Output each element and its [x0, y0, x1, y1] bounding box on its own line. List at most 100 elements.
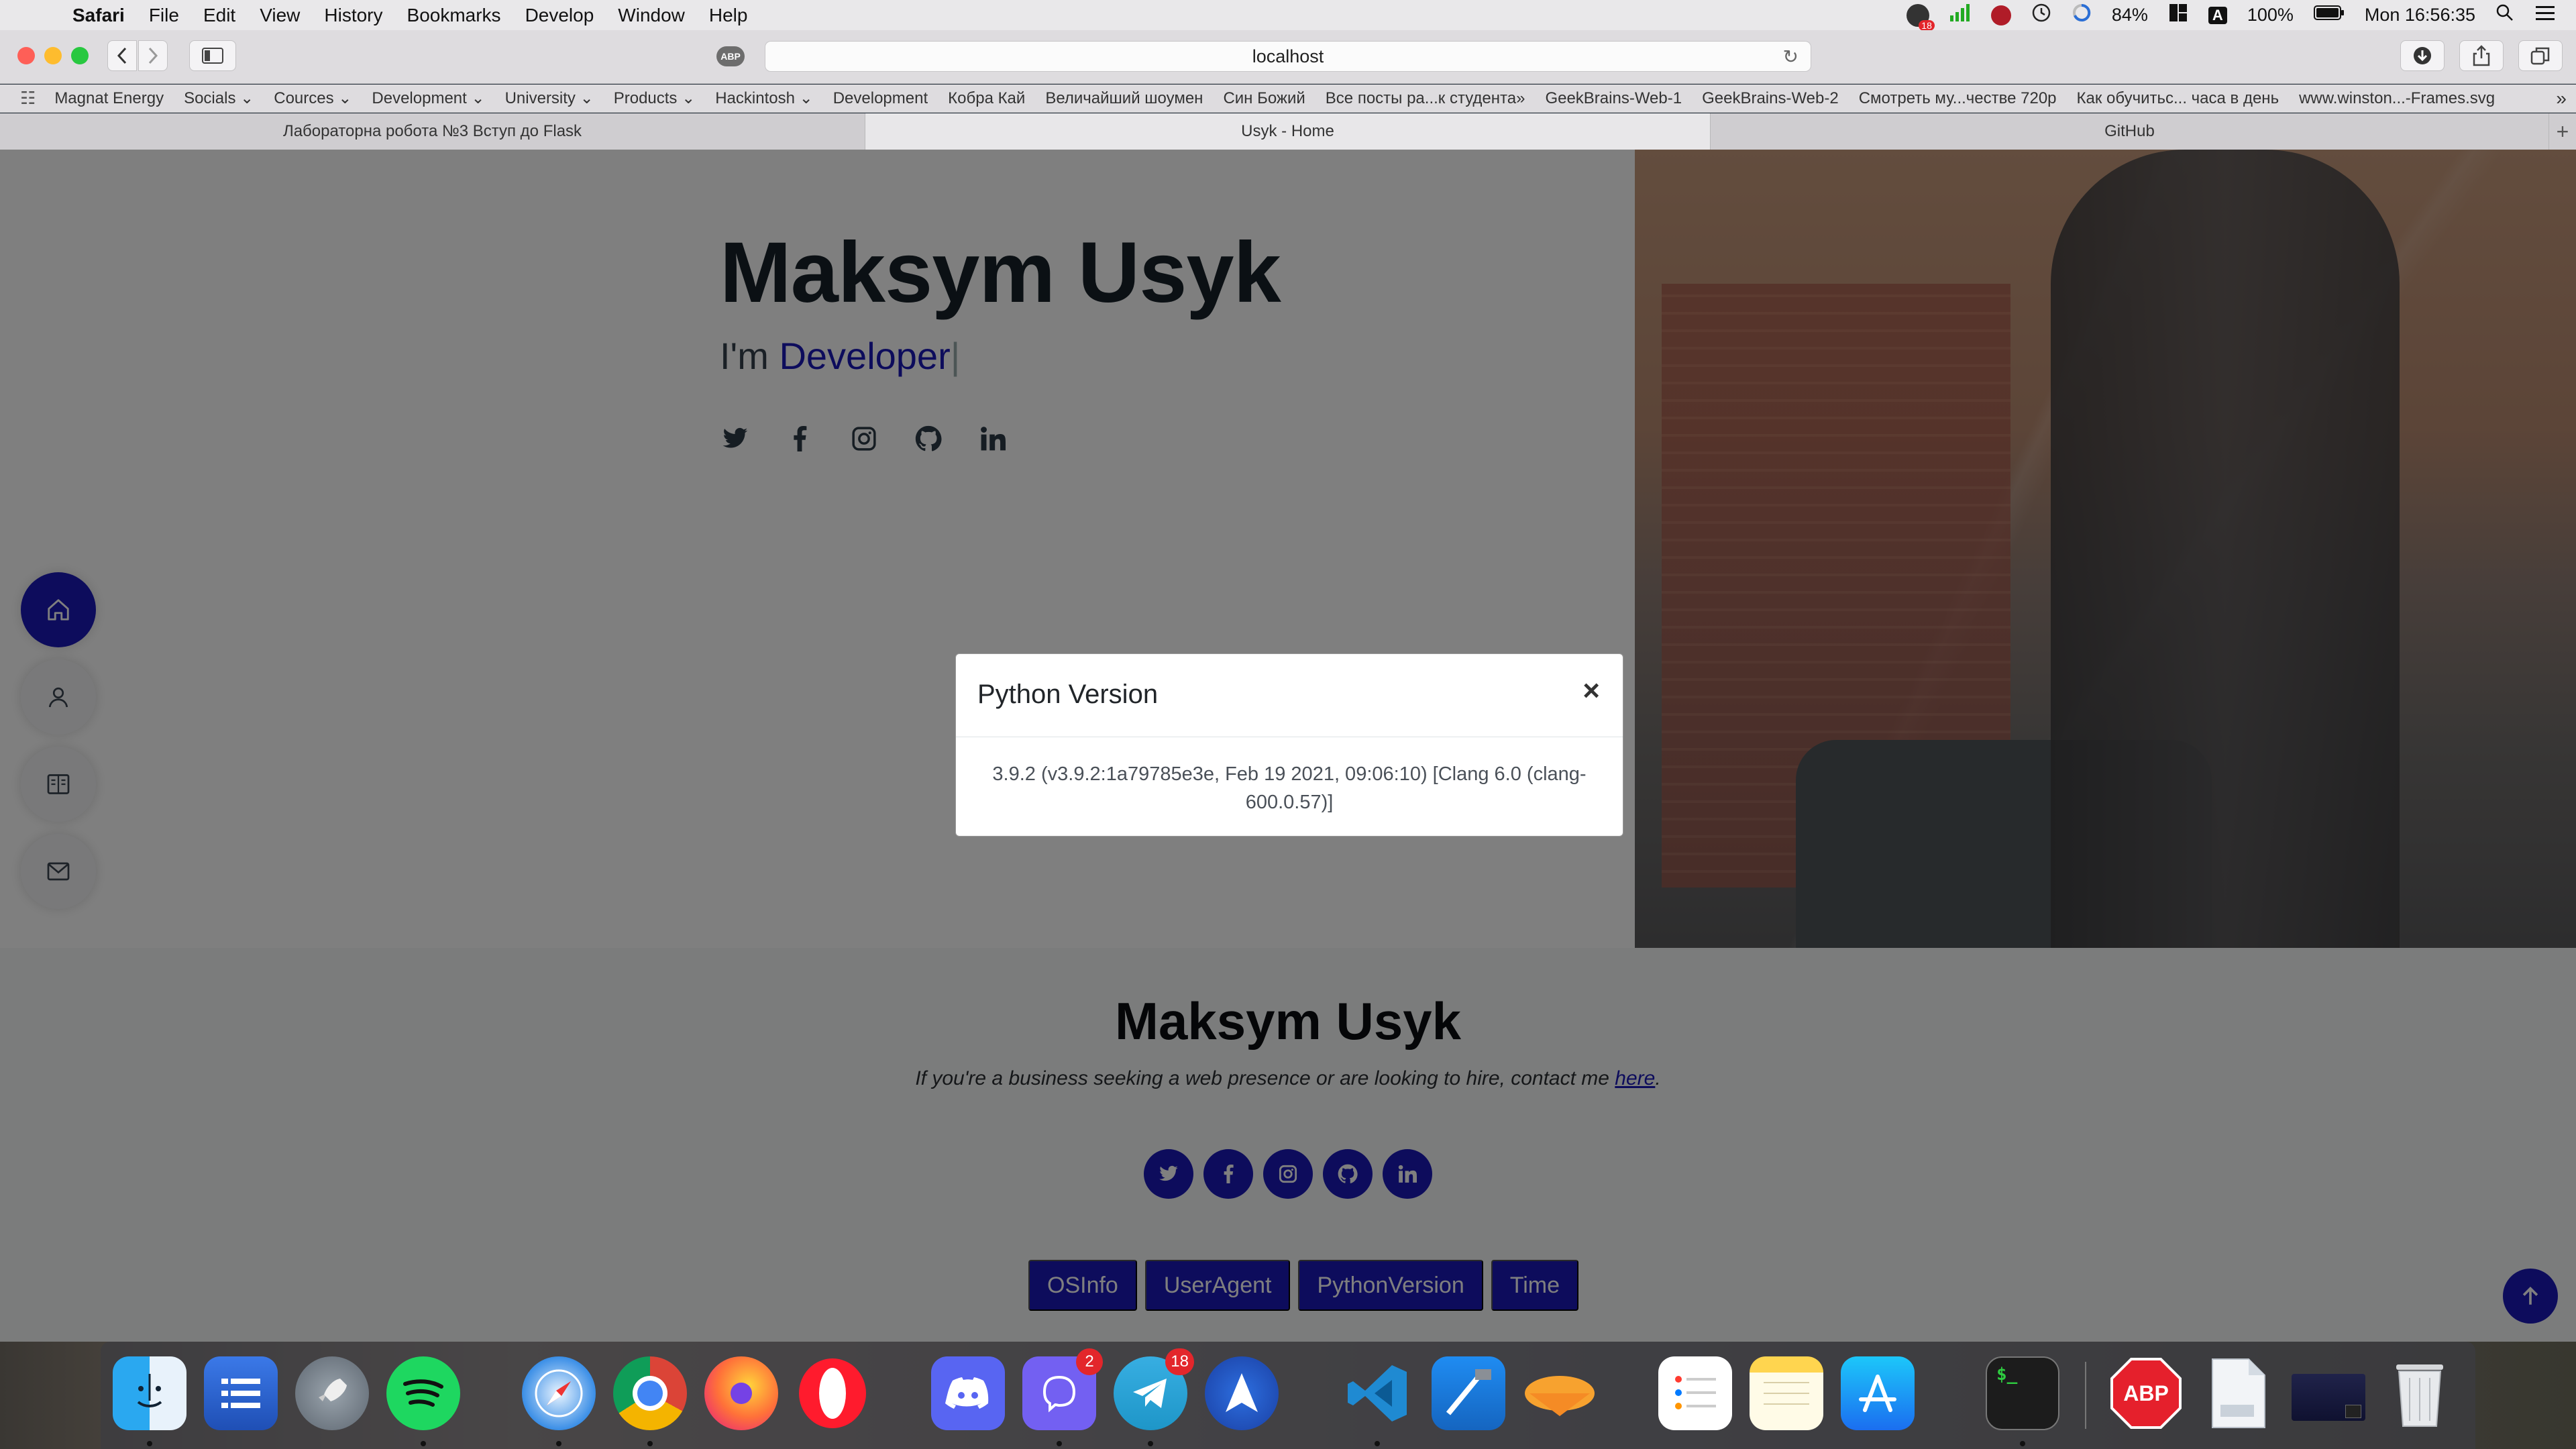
- viber-icon[interactable]: 2: [1022, 1348, 1103, 1430]
- sketch-icon[interactable]: [1523, 1356, 1597, 1430]
- favorite-item[interactable]: Как обучитьс... часа в день: [2077, 89, 2279, 108]
- more-favorites-icon[interactable]: »: [2556, 88, 2567, 109]
- spotify-icon[interactable]: [386, 1356, 460, 1430]
- chevron-right-icon: [148, 47, 158, 64]
- terminal-icon[interactable]: $_: [1986, 1356, 2059, 1430]
- status-app-icon[interactable]: 18: [1906, 3, 1935, 31]
- tab-label: Лабораторна робота №3 Вступ до Flask: [282, 122, 582, 140]
- input-source-icon[interactable]: A: [2208, 6, 2227, 24]
- menu-file[interactable]: File: [149, 5, 179, 26]
- menu-app-name[interactable]: Safari: [72, 5, 125, 26]
- back-button[interactable]: [107, 40, 137, 71]
- firefox-icon[interactable]: [704, 1356, 778, 1430]
- download-icon: [2414, 47, 2431, 64]
- tab-label: Usyk - Home: [1241, 122, 1334, 140]
- menu-history[interactable]: History: [324, 5, 382, 26]
- favorites-bar: ☷ Magnat Energy Socials ⌄ Cources ⌄ Deve…: [0, 85, 2576, 113]
- finder-running-indicator: [147, 1441, 152, 1446]
- terminal-running-indicator: [2020, 1441, 2025, 1446]
- menu-help[interactable]: Help: [709, 5, 748, 26]
- chrome-running-indicator: [647, 1441, 653, 1446]
- window-layout-icon[interactable]: [2168, 3, 2188, 28]
- menu-view[interactable]: View: [260, 5, 300, 26]
- share-button[interactable]: [2459, 40, 2504, 71]
- status-app-badge: 18: [1919, 19, 1935, 31]
- favorite-item[interactable]: www.winston...-Frames.svg: [2299, 89, 2495, 108]
- app-list-icon[interactable]: [204, 1356, 278, 1430]
- menu-bar: Safari File Edit View History Bookmarks …: [0, 0, 2576, 31]
- favorite-folder[interactable]: Development ⌄: [372, 89, 484, 108]
- viber-status-icon[interactable]: [1990, 5, 2011, 25]
- app-store-icon[interactable]: [1841, 1356, 1915, 1430]
- adblock-plus-icon[interactable]: ABP: [2109, 1356, 2183, 1430]
- xcode-icon[interactable]: [1432, 1356, 1505, 1430]
- control-center-icon[interactable]: [2534, 3, 2556, 27]
- time-machine-icon[interactable]: [2031, 3, 2051, 28]
- clock[interactable]: Mon 16:56:35: [2365, 5, 2475, 25]
- new-tab-button[interactable]: +: [2549, 113, 2576, 150]
- spotlight-search-icon[interactable]: [2496, 3, 2514, 27]
- favorite-folder[interactable]: Socials ⌄: [184, 89, 254, 108]
- menu-develop[interactable]: Develop: [525, 5, 594, 26]
- menu-edit[interactable]: Edit: [203, 5, 235, 26]
- sidebar-toggle-button[interactable]: [189, 40, 236, 71]
- favorite-item[interactable]: GeekBrains-Web-2: [1702, 89, 1839, 108]
- safari-icon[interactable]: [522, 1356, 596, 1430]
- reminders-icon[interactable]: [1658, 1356, 1732, 1430]
- minimize-window-button[interactable]: [44, 47, 62, 64]
- battery-ring-icon[interactable]: [2072, 3, 2092, 28]
- favorite-folder[interactable]: Hackintosh ⌄: [715, 89, 813, 108]
- pdf-document-icon[interactable]: [2200, 1356, 2274, 1430]
- tab-usyk-home[interactable]: Usyk - Home: [865, 113, 1711, 150]
- favorite-item[interactable]: Development: [833, 89, 928, 108]
- menu-bookmarks[interactable]: Bookmarks: [407, 5, 501, 26]
- favorite-item[interactable]: Magnat Energy: [54, 89, 164, 108]
- launchpad-icon[interactable]: [295, 1356, 369, 1430]
- telegram-unread-badge: 18: [1165, 1348, 1194, 1375]
- favorite-item[interactable]: Величайший шоумен: [1045, 89, 1203, 108]
- discord-icon[interactable]: [931, 1356, 1005, 1430]
- adblock-extension-button[interactable]: ABP: [716, 46, 745, 66]
- favorite-item[interactable]: Все посты ра...к студента»: [1326, 89, 1525, 108]
- tab-overview-button[interactable]: [2518, 40, 2563, 71]
- spotify-running-indicator: [421, 1441, 426, 1446]
- favorite-folder[interactable]: Products ⌄: [614, 89, 696, 108]
- menu-window[interactable]: Window: [618, 5, 685, 26]
- battery-small-percent: 84%: [2111, 5, 2148, 25]
- tab-github[interactable]: GitHub: [1711, 113, 2549, 150]
- web-viewport: Maksym Usyk I'm Developer|: [0, 150, 2576, 1342]
- tab-flask-lab[interactable]: Лабораторна робота №3 Вступ до Flask: [0, 113, 865, 150]
- address-text: localhost: [1252, 46, 1324, 66]
- reload-icon[interactable]: ↻: [1783, 46, 1799, 68]
- favorite-item[interactable]: Син Божий: [1223, 89, 1305, 108]
- signal-icon[interactable]: [1949, 3, 1971, 27]
- zoom-window-button[interactable]: [71, 47, 89, 64]
- address-bar[interactable]: localhost ↻: [765, 41, 1811, 72]
- favorite-folder[interactable]: Cources ⌄: [274, 89, 352, 108]
- notes-icon[interactable]: [1750, 1356, 1823, 1430]
- favorite-item[interactable]: Смотреть му...честве 720p: [1859, 89, 2057, 108]
- tab-bar: Лабораторна робота №3 Вступ до Flask Usy…: [0, 113, 2576, 150]
- favorite-item[interactable]: Кобра Кай: [948, 89, 1025, 108]
- forward-button[interactable]: [138, 40, 168, 71]
- terminal-window-preview-icon[interactable]: [2292, 1374, 2365, 1421]
- modal-close-button[interactable]: ×: [1582, 674, 1600, 708]
- chrome-icon[interactable]: [613, 1356, 687, 1430]
- viber-unread-badge: 2: [1076, 1348, 1103, 1375]
- dock-separator: [2085, 1362, 2086, 1429]
- close-window-button[interactable]: [17, 47, 35, 64]
- opera-icon[interactable]: [796, 1356, 869, 1430]
- show-all-bookmarks-icon[interactable]: ☷: [20, 88, 36, 109]
- battery-icon[interactable]: [2313, 5, 2345, 25]
- vscode-icon[interactable]: [1340, 1356, 1414, 1430]
- finder-icon[interactable]: [113, 1356, 186, 1430]
- favorite-folder[interactable]: University ⌄: [505, 89, 594, 108]
- battery-percent: 100%: [2247, 5, 2294, 25]
- browser-toolbar: ABP localhost ↻: [0, 30, 2576, 84]
- spark-mail-icon[interactable]: [1205, 1356, 1279, 1430]
- downloads-button[interactable]: [2400, 40, 2445, 71]
- trash-icon[interactable]: [2383, 1356, 2457, 1430]
- telegram-running-indicator: [1148, 1441, 1153, 1446]
- telegram-icon[interactable]: 18: [1114, 1348, 1194, 1430]
- favorite-item[interactable]: GeekBrains-Web-1: [1545, 89, 1682, 108]
